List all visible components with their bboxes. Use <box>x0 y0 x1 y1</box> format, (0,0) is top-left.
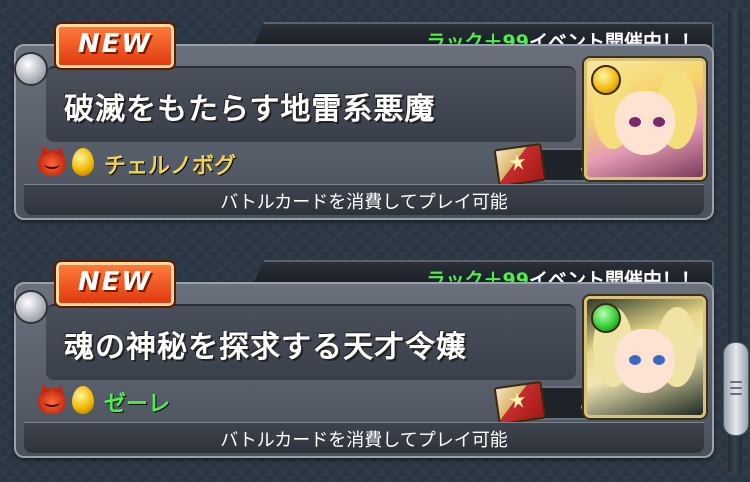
play-condition-text: バトルカードを消費してプレイ可能 <box>220 430 508 451</box>
monster-portrait[interactable] <box>584 58 706 180</box>
golden-egg-icon <box>72 148 94 176</box>
event-footer: バトルカードを消費してプレイ可能 <box>24 184 704 215</box>
play-condition-text: バトルカードを消費してプレイ可能 <box>220 192 508 213</box>
devil-icon <box>38 388 66 414</box>
event-card[interactable]: ラック＋99イベント開催中！！ 魂の神秘を探求する天才令嬢 ゼーレ 33 バトル… <box>0 238 718 468</box>
wood-element-icon <box>591 303 621 333</box>
golden-egg-icon <box>72 386 94 414</box>
new-badge-label: NEW <box>77 29 153 59</box>
event-title: 破滅をもたらす地雷系悪魔 <box>64 92 436 127</box>
event-info-row: ゼーレ 33 <box>38 380 622 426</box>
portrait-face <box>615 329 675 393</box>
battle-card-icon <box>493 380 547 426</box>
monster-portrait[interactable] <box>584 296 706 418</box>
monster-name: ゼーレ <box>104 392 171 417</box>
event-title: 魂の神秘を探求する天才令嬢 <box>64 330 467 365</box>
portrait-face <box>615 91 675 155</box>
battle-card-icon <box>493 142 547 188</box>
monster-name: チェルノボグ <box>104 154 237 179</box>
new-badge: NEW <box>54 260 176 308</box>
event-title-box: 魂の神秘を探求する天才令嬢 <box>46 304 576 380</box>
scrollbar[interactable] <box>720 0 750 482</box>
pin-icon <box>14 290 48 324</box>
light-element-icon <box>591 65 621 95</box>
event-footer: バトルカードを消費してプレイ可能 <box>24 422 704 453</box>
pin-icon <box>14 52 48 86</box>
devil-icon <box>38 150 66 176</box>
new-badge-label: NEW <box>77 267 153 297</box>
event-info-row: チェルノボグ 32 <box>38 142 622 188</box>
scroll-thumb[interactable] <box>723 342 749 436</box>
new-badge: NEW <box>54 22 176 70</box>
event-card[interactable]: ラック＋99イベント開催中！！ 破滅をもたらす地雷系悪魔 チェルノボグ 32 バ… <box>0 0 718 230</box>
event-title-box: 破滅をもたらす地雷系悪魔 <box>46 66 576 142</box>
